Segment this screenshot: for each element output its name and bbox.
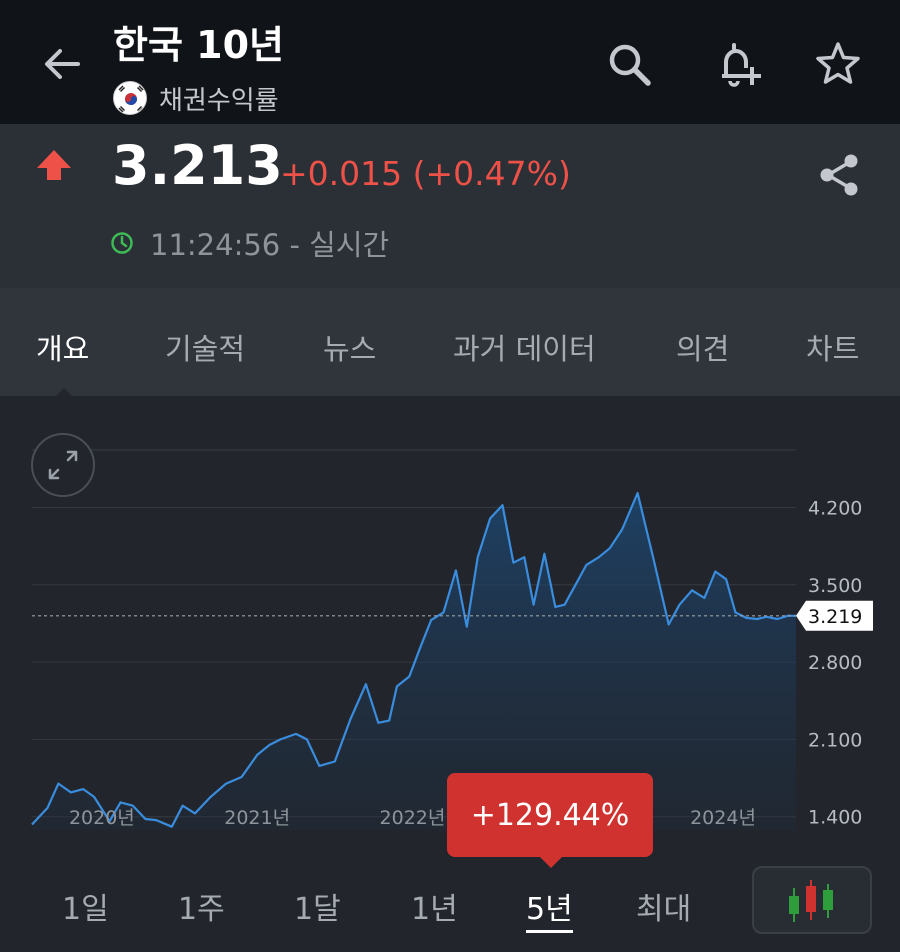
arrow-up-icon (37, 150, 71, 180)
performance-badge: +129.44% (447, 773, 653, 857)
add-alert-icon[interactable] (712, 38, 764, 90)
last-value-tag: 3.219 (796, 600, 873, 631)
star-icon[interactable] (812, 38, 864, 90)
y-tick-label: 1.400 (808, 807, 862, 829)
korea-flag-icon (113, 81, 147, 115)
candlestick-icon (789, 880, 833, 922)
y-tick-label: 2.800 (808, 652, 862, 674)
share-icon[interactable] (814, 150, 864, 200)
x-tick-label: 2024년 (690, 807, 756, 829)
quote-panel: 3.213 +0.015 (+0.47%) 11:24:56 - 실시간 (0, 124, 900, 288)
range-selector: 1일 1주 1달 1년 5년 최대 (0, 856, 900, 952)
clock-icon (111, 232, 133, 254)
price-change: +0.015 (+0.47%) (280, 154, 571, 193)
x-tick-label: 2021년 (224, 807, 290, 829)
x-tick-label: 2020년 (69, 807, 135, 829)
section-tabs: 개요 기술적 뉴스 과거 데이터 의견 차트 (0, 288, 900, 396)
last-value-label: 3.219 (808, 606, 862, 628)
range-1m[interactable]: 1달 (294, 884, 341, 928)
instrument-title: 한국 10년 (113, 23, 284, 67)
back-arrow-icon[interactable] (38, 40, 86, 88)
range-1d[interactable]: 1일 (62, 884, 109, 928)
tab-technical[interactable]: 기술적 (165, 326, 245, 368)
tab-news[interactable]: 뉴스 (323, 326, 376, 368)
instrument-subtitle: 채권수익률 (113, 80, 279, 116)
last-price: 3.213 (112, 134, 283, 197)
time-row: 11:24:56 - 실시간 (110, 222, 389, 264)
app-header: 한국 10년 채권수익률 (0, 0, 900, 124)
yield-chart[interactable]: 4.200 3.500 2.800 2.100 1.400 2020년 2021년 2022… (0, 396, 900, 836)
y-tick-label: 2.100 (808, 729, 862, 751)
x-tick-label: 2022년 (380, 807, 446, 829)
y-tick-label: 3.500 (808, 575, 862, 597)
instrument-type-label: 채권수익률 (159, 85, 279, 116)
range-1y[interactable]: 1년 (411, 884, 458, 928)
tab-historical-data[interactable]: 과거 데이터 (453, 326, 596, 368)
tab-opinions[interactable]: 의견 (676, 326, 729, 368)
search-icon[interactable] (603, 38, 655, 90)
active-tab-indicator (56, 388, 72, 396)
expand-chart-icon[interactable] (30, 432, 96, 498)
range-1w[interactable]: 1주 (178, 884, 225, 928)
tab-overview[interactable]: 개요 (36, 326, 89, 368)
candlestick-toggle-button[interactable] (752, 866, 872, 934)
range-5y[interactable]: 5년 (526, 884, 573, 933)
range-max[interactable]: 최대 (636, 884, 691, 928)
tab-chart[interactable]: 차트 (806, 326, 859, 368)
y-tick-label: 4.200 (808, 497, 862, 519)
update-time: 11:24:56 - 실시간 (150, 228, 390, 262)
